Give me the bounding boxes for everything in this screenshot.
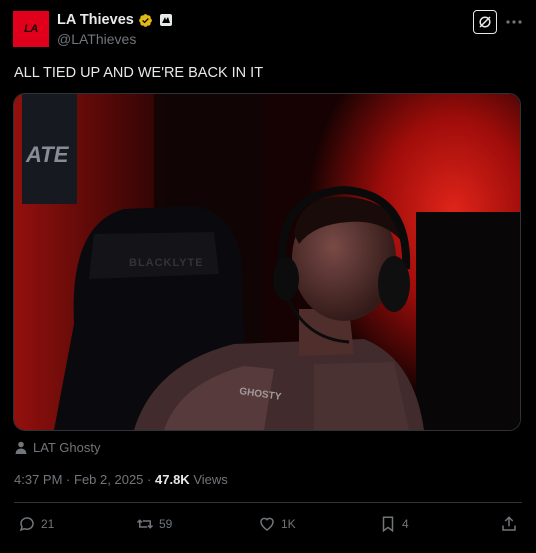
heart-icon xyxy=(260,517,274,531)
affiliate-badge-icon[interactable] xyxy=(159,14,172,26)
repost-count: 59 xyxy=(159,517,173,531)
share-icon xyxy=(502,516,516,531)
person-icon xyxy=(15,441,27,454)
action-bar: 21 59 1K 4 xyxy=(18,515,518,535)
author-name-row: LA Thieves xyxy=(57,12,172,28)
avatar[interactable]: LA xyxy=(13,11,49,47)
bookmark-count: 4 xyxy=(402,517,409,531)
tagged-user[interactable]: LAT Ghosty xyxy=(15,440,100,455)
tweet-meta: 4:37 PM · Feb 2, 2025 · 47.8K Views xyxy=(14,472,228,487)
more-options-button[interactable] xyxy=(505,13,523,31)
avatar-logo-text: LA xyxy=(24,23,38,35)
more-horizontal-icon xyxy=(506,20,522,24)
tweet-text: ALL TIED UP AND WE'RE BACK IN IT xyxy=(14,65,264,81)
bookmark-icon xyxy=(382,516,394,533)
meta-separator: · xyxy=(66,472,71,487)
share-button[interactable] xyxy=(500,515,518,533)
tagged-user-label: LAT Ghosty xyxy=(33,440,101,455)
verified-badge-icon xyxy=(138,13,152,27)
divider xyxy=(14,502,522,503)
repost-button[interactable]: 59 xyxy=(136,515,172,533)
meta-separator: · xyxy=(147,472,152,487)
handle[interactable]: @LAThieves xyxy=(57,31,136,47)
reply-count: 21 xyxy=(41,517,55,531)
grok-button[interactable] xyxy=(473,10,497,34)
repost-icon xyxy=(136,519,154,529)
display-name[interactable]: LA Thieves xyxy=(57,12,134,28)
views-label: Views xyxy=(193,472,228,487)
like-button[interactable]: 1K xyxy=(258,515,296,533)
views-count: 47.8K xyxy=(155,472,190,487)
reply-icon xyxy=(19,517,34,532)
bookmark-button[interactable]: 4 xyxy=(379,515,409,533)
post-date[interactable]: Feb 2, 2025 xyxy=(74,472,143,487)
tweet-photo[interactable]: ATE BLACKLYTE GHOSTY xyxy=(13,93,521,431)
post-time[interactable]: 4:37 PM xyxy=(14,472,62,487)
reply-button[interactable]: 21 xyxy=(18,515,54,533)
grok-icon xyxy=(479,16,491,28)
like-count: 1K xyxy=(281,517,296,531)
